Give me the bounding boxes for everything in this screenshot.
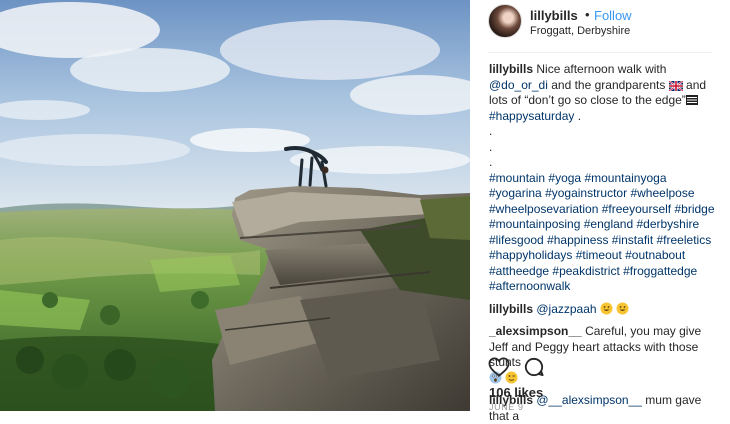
hashtag-list: #mountain #yoga #mountainyoga #yogarina …	[489, 171, 715, 294]
caption-text: and the grandparents	[551, 77, 666, 92]
hashtag-link[interactable]: #lifesgood	[489, 233, 544, 247]
grinning-face-icon	[600, 302, 613, 314]
hashtag-link[interactable]: #peakdistrict	[552, 264, 619, 278]
hashtag-link[interactable]: #mountainposing	[489, 217, 580, 231]
hashtag-link[interactable]: #happysaturday	[489, 109, 574, 123]
mention-link[interactable]: @__alexsimpson__	[536, 393, 642, 407]
hashtag-link[interactable]: #england	[584, 217, 633, 231]
comment-bubble-icon[interactable]	[524, 357, 544, 377]
comment: lillybills @jazzpaah	[489, 302, 721, 318]
hashtag-link[interactable]: #yogainstructor	[545, 186, 627, 200]
heart-icon[interactable]	[488, 357, 510, 377]
mention-link[interactable]: @do_or_di	[489, 78, 548, 92]
caption-text: .	[577, 108, 582, 123]
header-divider	[488, 52, 712, 53]
grinning-face-icon	[616, 302, 629, 314]
hashtag-link[interactable]: #instafit	[612, 233, 653, 247]
hashtag-link[interactable]: #attheedge	[489, 264, 549, 278]
hashtag-link[interactable]: #bridge	[674, 202, 714, 216]
likes-count[interactable]: 106 likes	[489, 385, 543, 400]
landscape-photo	[0, 0, 470, 411]
hashtag-link[interactable]: #happiness	[547, 233, 608, 247]
uk-flag-icon	[668, 80, 683, 91]
hashtag-link[interactable]: #happyholidays	[489, 248, 572, 262]
hashtag-link[interactable]: #timeout	[576, 248, 622, 262]
hashtag-link[interactable]: #froggattedge	[623, 264, 697, 278]
hashtag-link[interactable]: #mountain	[489, 171, 545, 185]
caption-dot: .	[489, 124, 493, 138]
hashtag-link[interactable]: #yoga	[548, 171, 581, 185]
instagram-post: lillybills • Follow Froggatt, Derbyshire…	[0, 0, 730, 423]
hashtag-link[interactable]: #derbyshire	[636, 217, 699, 231]
book-icon	[685, 95, 698, 105]
username[interactable]: lillybills	[530, 8, 578, 23]
comment-author[interactable]: lillybills	[489, 302, 533, 316]
action-bar	[488, 357, 568, 379]
post-photo[interactable]	[0, 0, 470, 411]
caption: lillybills Nice afternoon walk with @do_…	[489, 62, 721, 295]
caption-dot: .	[489, 139, 493, 154]
post-side-panel: lillybills • Follow Froggatt, Derbyshire…	[470, 0, 730, 423]
location-link[interactable]: Froggatt, Derbyshire	[530, 25, 630, 37]
hashtag-link[interactable]: #freeletics	[657, 233, 712, 247]
separator-dot: •	[585, 7, 590, 22]
hashtag-link[interactable]: #afternoonwalk	[489, 279, 570, 293]
mention-link[interactable]: @jazzpaah	[536, 302, 596, 316]
caption-dot: .	[489, 155, 493, 169]
hashtag-link[interactable]: #yogarina	[489, 186, 542, 200]
comment-author[interactable]: _alexsimpson__	[489, 324, 582, 338]
avatar[interactable]	[488, 4, 522, 38]
hashtag-link[interactable]: #wheelpose	[630, 186, 694, 200]
follow-button[interactable]: Follow	[594, 8, 632, 23]
hashtag-link[interactable]: #outnabout	[625, 248, 685, 262]
caption-author[interactable]: lillybills	[489, 62, 533, 76]
caption-text: Nice afternoon walk with	[536, 62, 667, 76]
hashtag-link[interactable]: #freeyourself	[602, 202, 671, 216]
hashtag-link[interactable]: #mountainyoga	[584, 171, 666, 185]
hashtag-link[interactable]: #wheelposevariation	[489, 202, 598, 216]
post-header: lillybills • Follow Froggatt, Derbyshire	[470, 0, 730, 52]
